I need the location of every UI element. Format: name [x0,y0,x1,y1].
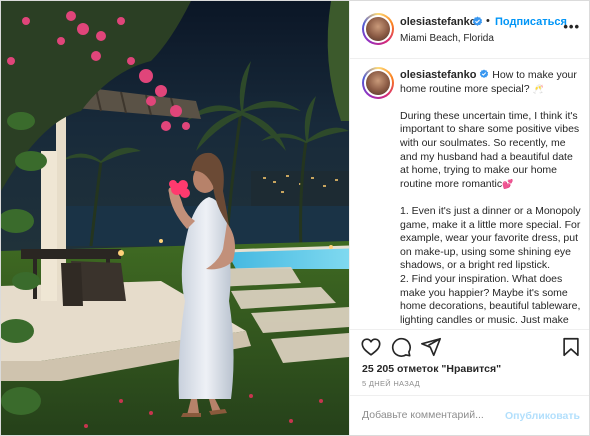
caption-paragraph-1: During these uncertain time, I think it'… [400,109,580,190]
caption-avatar[interactable] [362,67,394,99]
bookmark-icon[interactable] [560,336,582,358]
publish-button[interactable]: Опубликовать [505,410,580,422]
post-photo[interactable] [1,1,349,435]
comment-bar: Опубликовать [350,395,589,435]
caption-username-link[interactable]: olesiastefanko [400,69,476,81]
action-bar [350,329,589,363]
comment-icon[interactable] [390,336,412,358]
caption-verified-badge-icon [480,69,489,78]
caption-point-1: 1. Even it's just a dinner or a Monopoly… [400,204,581,272]
caption-text: olesiastefanko How to make your home rou… [400,69,584,329]
post-photo-illustration [1,1,349,435]
comment-input[interactable] [362,409,512,421]
share-icon[interactable] [420,336,442,358]
instagram-post-window: olesiastefanko • Подписаться Miami Beach… [0,0,590,436]
avatar[interactable] [362,13,394,45]
location-link[interactable]: Miami Beach, Florida [400,33,494,44]
verified-badge-icon [472,16,483,26]
post-side-panel: olesiastefanko • Подписаться Miami Beach… [349,1,589,435]
caption-para1-emoji: 💕 [502,178,514,189]
post-header: olesiastefanko • Подписаться Miami Beach… [350,1,589,59]
heart-icon[interactable] [360,336,382,358]
more-options-icon[interactable]: ••• [563,19,580,34]
likes-count[interactable]: 25 205 отметок "Нравится" [362,363,501,375]
caption-point-2: 2. Find your inspiration. What does make… [400,272,581,326]
caption-area: olesiastefanko How to make your home rou… [350,59,589,329]
post-timestamp[interactable]: 5 ДНЕЙ НАЗАД [362,379,420,388]
follow-button[interactable]: Подписаться [495,16,567,28]
caption-intro-emoji: 🥂 [532,83,544,94]
separator-dot: • [486,15,490,27]
username-link[interactable]: olesiastefanko [400,16,476,28]
